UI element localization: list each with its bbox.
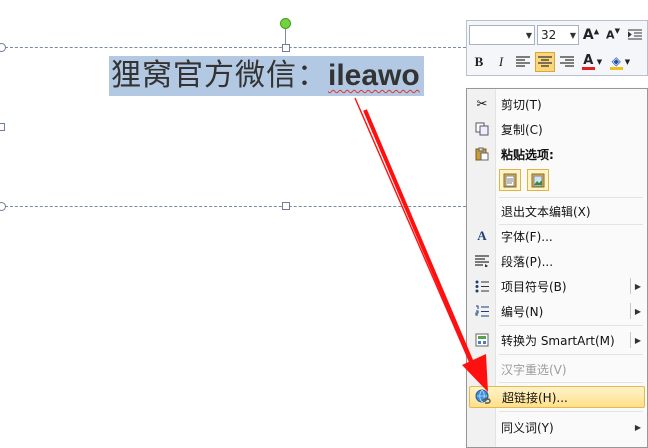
menu-item-font[interactable]: A 字体(F)... — [469, 225, 645, 247]
menu-separator — [499, 382, 643, 383]
fill-color-button[interactable]: ◈ ▼ — [607, 52, 633, 72]
menu-separator — [499, 411, 643, 412]
submenu-arrow-icon: ▶ — [634, 422, 641, 432]
context-menu: ✂ 剪切(T) 复制(C) 粘贴选项: 退出文本编辑(X) A 字体(F)...… — [466, 88, 648, 448]
font-icon: A — [477, 228, 487, 243]
resize-handle-top[interactable] — [282, 44, 290, 52]
paste-icon — [469, 143, 495, 165]
chevron-down-icon: ▼ — [569, 30, 577, 40]
menu-separator — [499, 354, 643, 355]
align-left-icon — [516, 56, 530, 67]
indent-button[interactable] — [625, 25, 645, 45]
rotation-handle[interactable] — [280, 18, 291, 29]
smartart-icon — [469, 329, 495, 351]
numbering-icon — [469, 300, 495, 322]
menu-item-exit-text-edit[interactable]: 退出文本编辑(X) — [469, 200, 645, 222]
paste-picture-button[interactable] — [527, 169, 549, 191]
selected-text-cjk: 狸窝官方微信： — [111, 58, 328, 93]
chevron-down-icon: ▼ — [525, 30, 533, 40]
menu-item-paragraph[interactable]: 段落(P)... — [469, 250, 645, 272]
grow-font-icon: A▲ — [582, 27, 600, 43]
selected-text-latin: ileawo — [328, 59, 420, 92]
font-color-icon: A — [581, 52, 595, 70]
resize-handle-top-left[interactable] — [0, 43, 6, 52]
font-size-combo[interactable]: 32 ▼ — [537, 25, 579, 45]
resize-handle-bottom[interactable] — [282, 202, 290, 210]
textbox-border-bottom — [0, 206, 466, 207]
font-size-value: 32 — [541, 28, 557, 42]
textbox-border-top — [0, 47, 466, 48]
align-right-button[interactable] — [557, 52, 577, 72]
bold-button[interactable]: B — [469, 52, 489, 72]
scissors-icon: ✂ — [476, 96, 488, 112]
align-left-button[interactable] — [513, 52, 533, 72]
menu-item-hyperlink[interactable]: 超链接(H)... — [469, 386, 645, 408]
paste-keep-format-button[interactable] — [499, 169, 521, 191]
submenu-arrow-icon: ▶ — [634, 335, 641, 345]
shrink-font-button[interactable]: A▼ — [603, 25, 623, 45]
hyperlink-icon — [470, 386, 496, 408]
font-name-combo[interactable]: ▼ — [469, 25, 535, 45]
menu-item-convert-smartart[interactable]: 转换为 SmartArt(M) ▶ — [469, 329, 645, 351]
shrink-font-icon: A▼ — [606, 27, 620, 42]
menu-item-synonyms[interactable]: 同义词(Y) ▶ — [469, 416, 645, 438]
menu-item-reconversion: 汉字重选(V) — [501, 362, 567, 377]
chevron-down-icon: ▼ — [596, 58, 603, 66]
align-center-icon — [538, 56, 552, 67]
menu-item-copy[interactable]: 复制(C) — [469, 118, 645, 140]
menu-item-numbering[interactable]: 编号(N) ▶ — [469, 300, 645, 322]
resize-handle-left[interactable] — [0, 123, 5, 131]
indent-icon — [628, 29, 642, 40]
paste-text-icon — [503, 173, 517, 188]
menu-item-paste-options: 粘贴选项: — [469, 143, 645, 165]
bullets-icon — [469, 275, 495, 297]
menu-item-cut[interactable]: ✂ 剪切(T) — [469, 93, 645, 115]
submenu-arrow-icon: ▶ — [634, 306, 641, 316]
mini-toolbar: ▼ 32 ▼ A▲ A▼ B I A ▼ ◈ ▼ — [466, 20, 648, 76]
copy-icon — [469, 118, 495, 140]
align-right-icon — [560, 56, 574, 67]
paste-picture-icon — [531, 173, 545, 188]
paragraph-icon — [469, 250, 495, 272]
italic-button[interactable]: I — [491, 52, 511, 72]
paint-bucket-icon: ◈ — [609, 53, 623, 70]
selected-text[interactable]: 狸窝官方微信：ileawo — [109, 56, 424, 96]
grow-font-button[interactable]: A▲ — [581, 25, 601, 45]
menu-item-bullets[interactable]: 项目符号(B) ▶ — [469, 275, 645, 297]
submenu-arrow-icon: ▶ — [634, 281, 641, 291]
font-color-button[interactable]: A ▼ — [579, 52, 605, 72]
menu-separator — [499, 325, 643, 326]
menu-separator — [499, 197, 643, 198]
resize-handle-bottom-left[interactable] — [0, 202, 6, 211]
chevron-down-icon: ▼ — [624, 58, 631, 66]
align-center-button[interactable] — [535, 52, 555, 72]
